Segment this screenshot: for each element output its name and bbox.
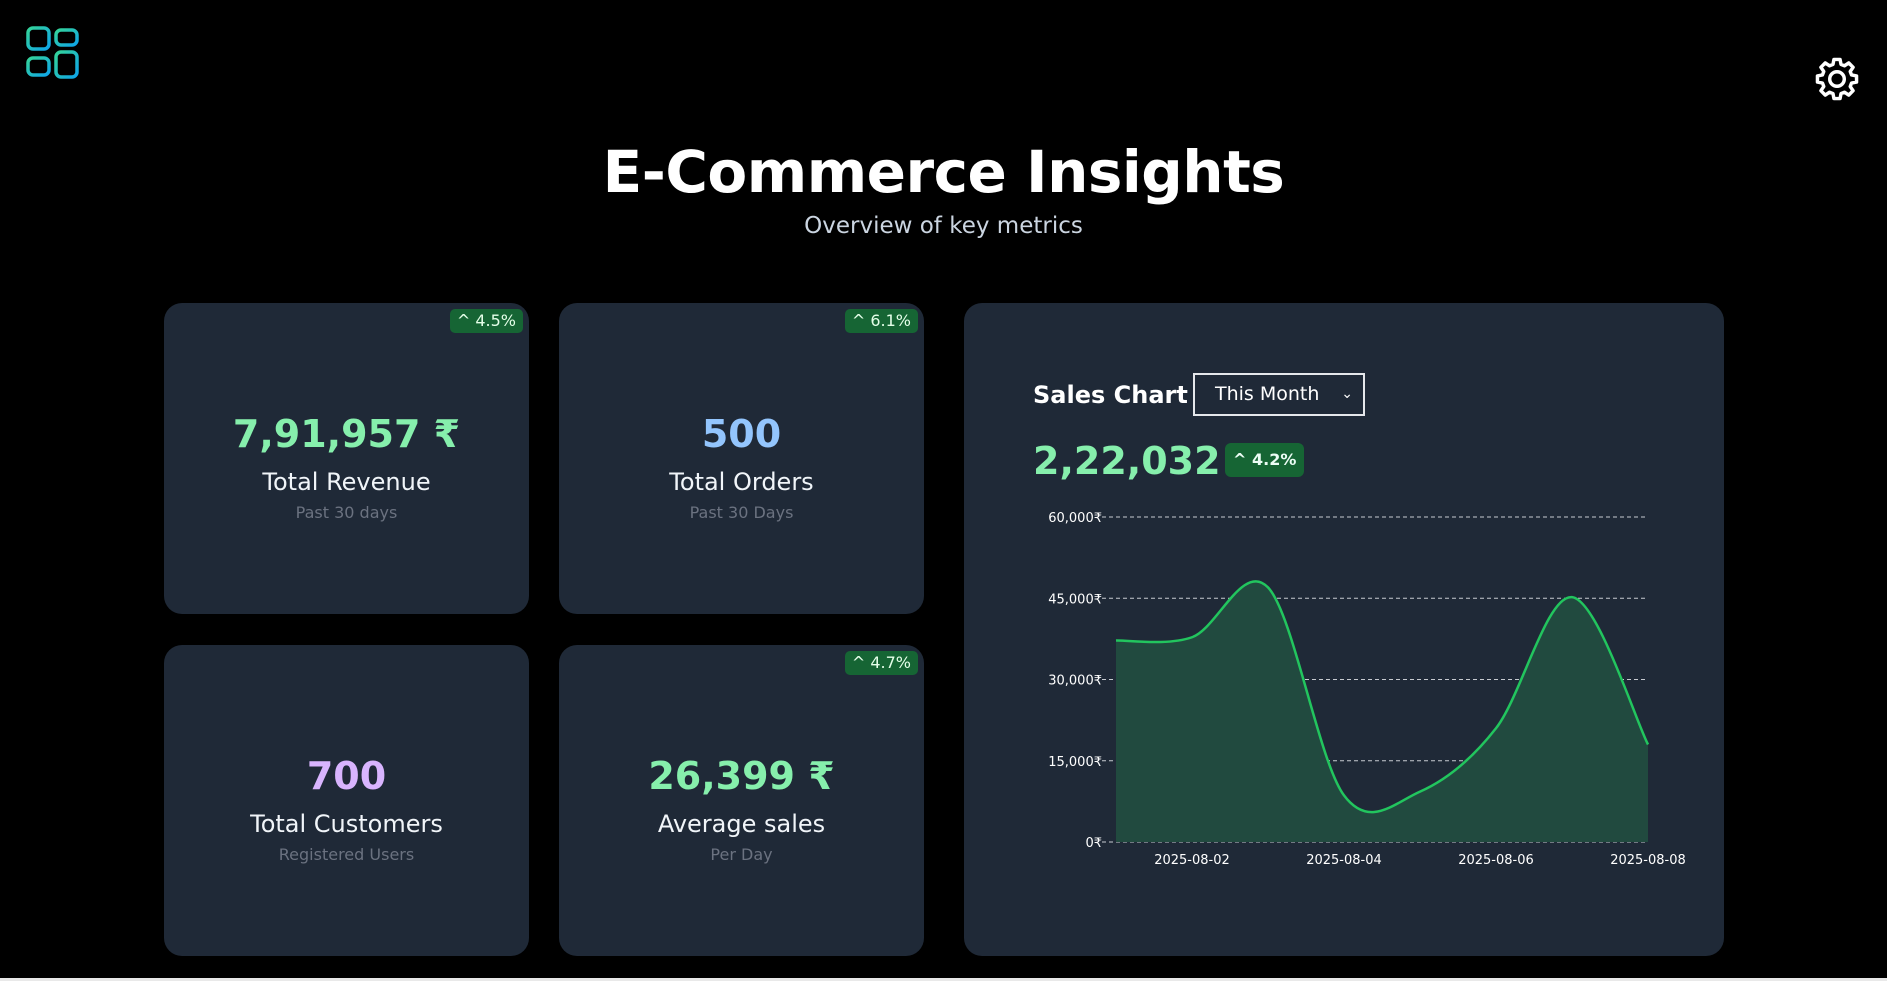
average-sales-card: ^ 4.7% 26,399 ₹ Average sales Per Day	[559, 645, 924, 956]
gear-icon[interactable]	[1814, 56, 1860, 102]
revenue-value: 7,91,957 ₹	[232, 412, 461, 456]
y-tick-label: 0₹	[1085, 836, 1102, 851]
y-tick-label: 60,000₹	[1048, 511, 1102, 526]
y-tick-label: 30,000₹	[1048, 674, 1102, 689]
sales-area-chart: 0₹ 15,000₹ 30,000₹ 45,000₹ 60,000₹ 2025-08-02…	[1048, 511, 1686, 868]
customers-card: 700 Total Customers Registered Users	[164, 645, 529, 956]
average-sales-value: 26,399 ₹	[648, 754, 835, 798]
revenue-period: Past 30 days	[295, 503, 398, 522]
sales-area-fill	[1116, 581, 1648, 842]
customers-value: 700	[306, 754, 387, 798]
customers-label: Total Customers	[250, 810, 443, 838]
orders-value: 500	[701, 412, 782, 456]
growth-badge: ^ 4.7%	[844, 651, 918, 675]
customers-sub: Registered Users	[278, 845, 415, 864]
growth-badge: ^ 6.1%	[844, 309, 918, 333]
orders-card: ^ 6.1% 500 Total Orders Past 30 Days	[559, 303, 924, 614]
revenue-card: ^ 4.5% 7,91,957 ₹ Total Revenue Past 30 …	[164, 303, 529, 614]
orders-period: Past 30 Days	[689, 503, 794, 522]
average-sales-label: Average sales	[657, 810, 826, 838]
x-tick-label: 2025-08-08	[1610, 853, 1686, 868]
grid-icon[interactable]	[26, 26, 80, 80]
revenue-label: Total Revenue	[262, 468, 431, 496]
page-title: E-Commerce Insights	[602, 138, 1285, 206]
x-tick-label: 2025-08-02	[1154, 853, 1230, 868]
average-sales-period: Per Day	[710, 845, 773, 864]
x-tick-label: 2025-08-04	[1306, 853, 1382, 868]
y-tick-label: 45,000₹	[1048, 592, 1102, 607]
dashboard-page: E-Commerce Insights Overview of key metr…	[0, 0, 1887, 981]
sales-chart-card: Sales Chart This Month ⌄ 2,22,032 ₹ ^ 4.…	[964, 303, 1724, 956]
page-subtitle: Overview of key metrics	[804, 213, 1083, 239]
orders-label: Total Orders	[669, 468, 814, 496]
x-tick-label: 2025-08-06	[1458, 853, 1534, 868]
y-tick-label: 15,000₹	[1048, 755, 1102, 770]
growth-badge: ^ 4.5%	[449, 309, 523, 333]
